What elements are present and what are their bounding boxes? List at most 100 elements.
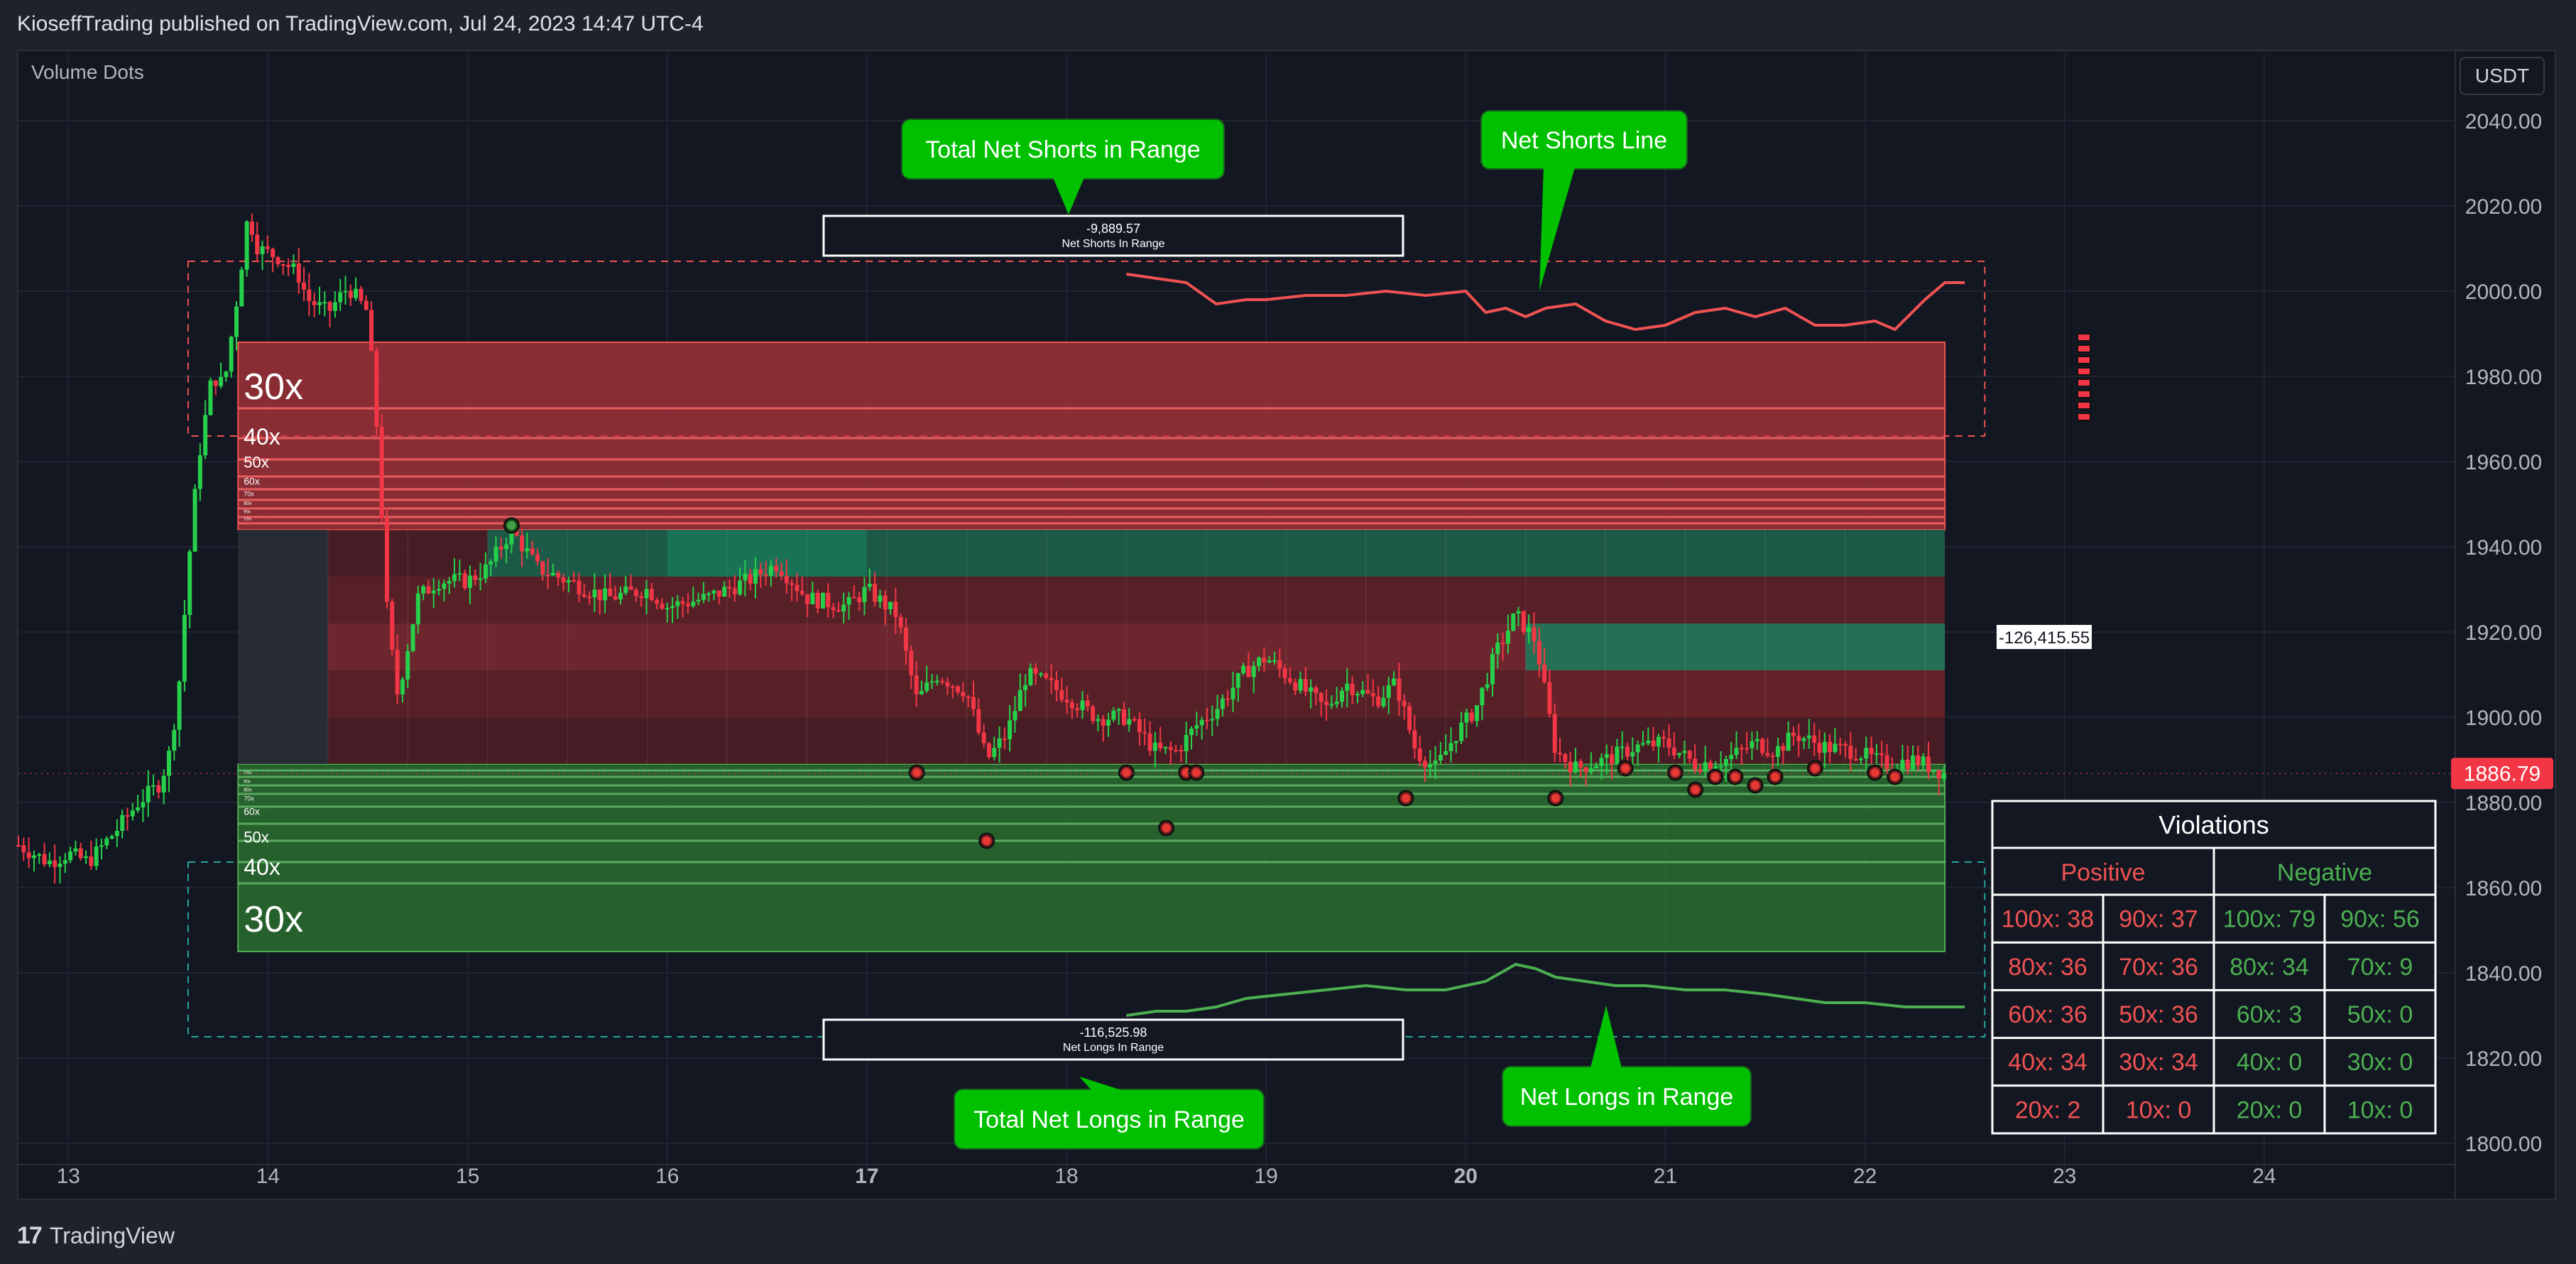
violation-marker — [2077, 390, 2091, 398]
candle-body — [914, 675, 919, 694]
candle-body — [1671, 747, 1676, 756]
candle-body — [909, 650, 914, 675]
candle-body — [1168, 746, 1173, 751]
candle-body — [1303, 679, 1308, 692]
candle-body — [520, 535, 525, 552]
candle-body — [685, 604, 690, 606]
candle-body — [1064, 699, 1069, 703]
candle-body — [1241, 665, 1246, 674]
tradingview-logo[interactable]: 17 TradingView — [17, 1222, 175, 1250]
candle-body — [1828, 741, 1833, 753]
candle-body — [255, 234, 260, 254]
long-level-label: 70x — [244, 795, 254, 802]
callout-net-longs-in-range-text: Net Longs in Range — [1520, 1084, 1734, 1111]
candle-body — [1864, 748, 1869, 759]
candle-body — [1453, 741, 1458, 743]
candle-body — [924, 682, 929, 691]
candle-body — [670, 606, 675, 609]
violations-cell: 60x: 36 — [2008, 1001, 2087, 1028]
candle-body — [489, 561, 493, 565]
candle-body — [457, 573, 462, 575]
price-chart[interactable]: 2040.00 2020.00 2000.00 1980.00 1960.00 1940.… — [0, 0, 2576, 1264]
candle-body — [447, 581, 452, 584]
candle-body — [1235, 673, 1240, 688]
candle-body — [716, 590, 721, 596]
candle-body — [213, 380, 218, 386]
candle-body — [1174, 750, 1179, 752]
candle-body — [120, 814, 125, 832]
violations-cell: 100x: 79 — [2223, 906, 2315, 933]
candle-body — [1869, 748, 1874, 754]
candle-body — [836, 610, 841, 612]
candle-body — [1028, 668, 1033, 685]
violation-marker — [2077, 367, 2091, 376]
candle-body — [1532, 627, 1537, 641]
x-tick-label: 24 — [2252, 1165, 2276, 1188]
candle-body — [1251, 665, 1256, 677]
volume-dot-core — [507, 521, 516, 530]
violations-title: Violations — [2159, 810, 2269, 839]
candle-body — [976, 709, 981, 733]
violations-cell: 50x: 0 — [2347, 1001, 2413, 1028]
candle-body — [577, 580, 582, 594]
candle-body — [31, 855, 36, 859]
short-level-label: 40x — [244, 424, 280, 450]
candle-body — [1106, 719, 1111, 726]
candle-body — [545, 574, 550, 577]
candle-body — [1189, 729, 1194, 735]
candle-body — [275, 257, 280, 265]
candle-body — [1111, 711, 1116, 720]
candle-body — [1298, 679, 1303, 691]
candle-body — [582, 594, 586, 596]
candle-body — [151, 785, 156, 787]
candle-body — [851, 596, 856, 599]
x-tick-label: 21 — [1654, 1165, 1677, 1188]
candle-body — [291, 263, 296, 267]
candle-body — [1293, 682, 1298, 691]
candle-body — [1884, 755, 1889, 770]
candle-body — [1210, 719, 1215, 721]
candle-body — [78, 848, 83, 859]
candle-body — [1023, 685, 1028, 690]
indicator-label[interactable]: Volume Dots — [31, 61, 144, 84]
candle-body — [16, 845, 21, 846]
candle-body — [68, 851, 73, 861]
profile-block — [327, 577, 1945, 623]
violation-marker — [2077, 333, 2091, 342]
candle-body — [1573, 761, 1578, 773]
candle-body — [1091, 706, 1096, 721]
candle-body — [1708, 762, 1713, 769]
candle-body — [1547, 682, 1552, 714]
short-level-label: 50x — [244, 453, 268, 471]
candle-body — [1583, 767, 1588, 773]
net-shorts-line — [1126, 273, 1965, 332]
candle-body — [1578, 761, 1583, 768]
y-tick-label: 1940.00 — [2465, 536, 2542, 560]
y-tick-label: 1800.00 — [2465, 1133, 2542, 1156]
y-tick-label: 1920.00 — [2465, 621, 2542, 645]
candle-body — [738, 580, 743, 595]
violations-cell: 40x: 34 — [2008, 1049, 2087, 1076]
candle-body — [343, 290, 348, 293]
candle-body — [1858, 758, 1863, 761]
candle-body — [1552, 714, 1557, 753]
candle-body — [219, 376, 224, 386]
candle-body — [1314, 687, 1319, 694]
candle-body — [613, 596, 618, 600]
candle-body — [166, 751, 171, 776]
candle-body — [21, 845, 26, 853]
long-level-label: 100x — [244, 771, 251, 775]
candle-body — [229, 337, 234, 372]
candle-body — [1682, 751, 1687, 753]
candle-body — [1443, 751, 1448, 756]
candle-body — [1568, 761, 1573, 773]
candle-body — [1754, 739, 1759, 741]
candle-body — [727, 587, 732, 589]
candle-body — [478, 578, 483, 580]
candle-body — [1469, 712, 1474, 721]
candle-body — [628, 586, 633, 590]
currency-button[interactable]: USDT — [2460, 57, 2545, 95]
candle-body — [530, 548, 535, 555]
candle-body — [1319, 693, 1324, 702]
candle-body — [841, 604, 846, 612]
